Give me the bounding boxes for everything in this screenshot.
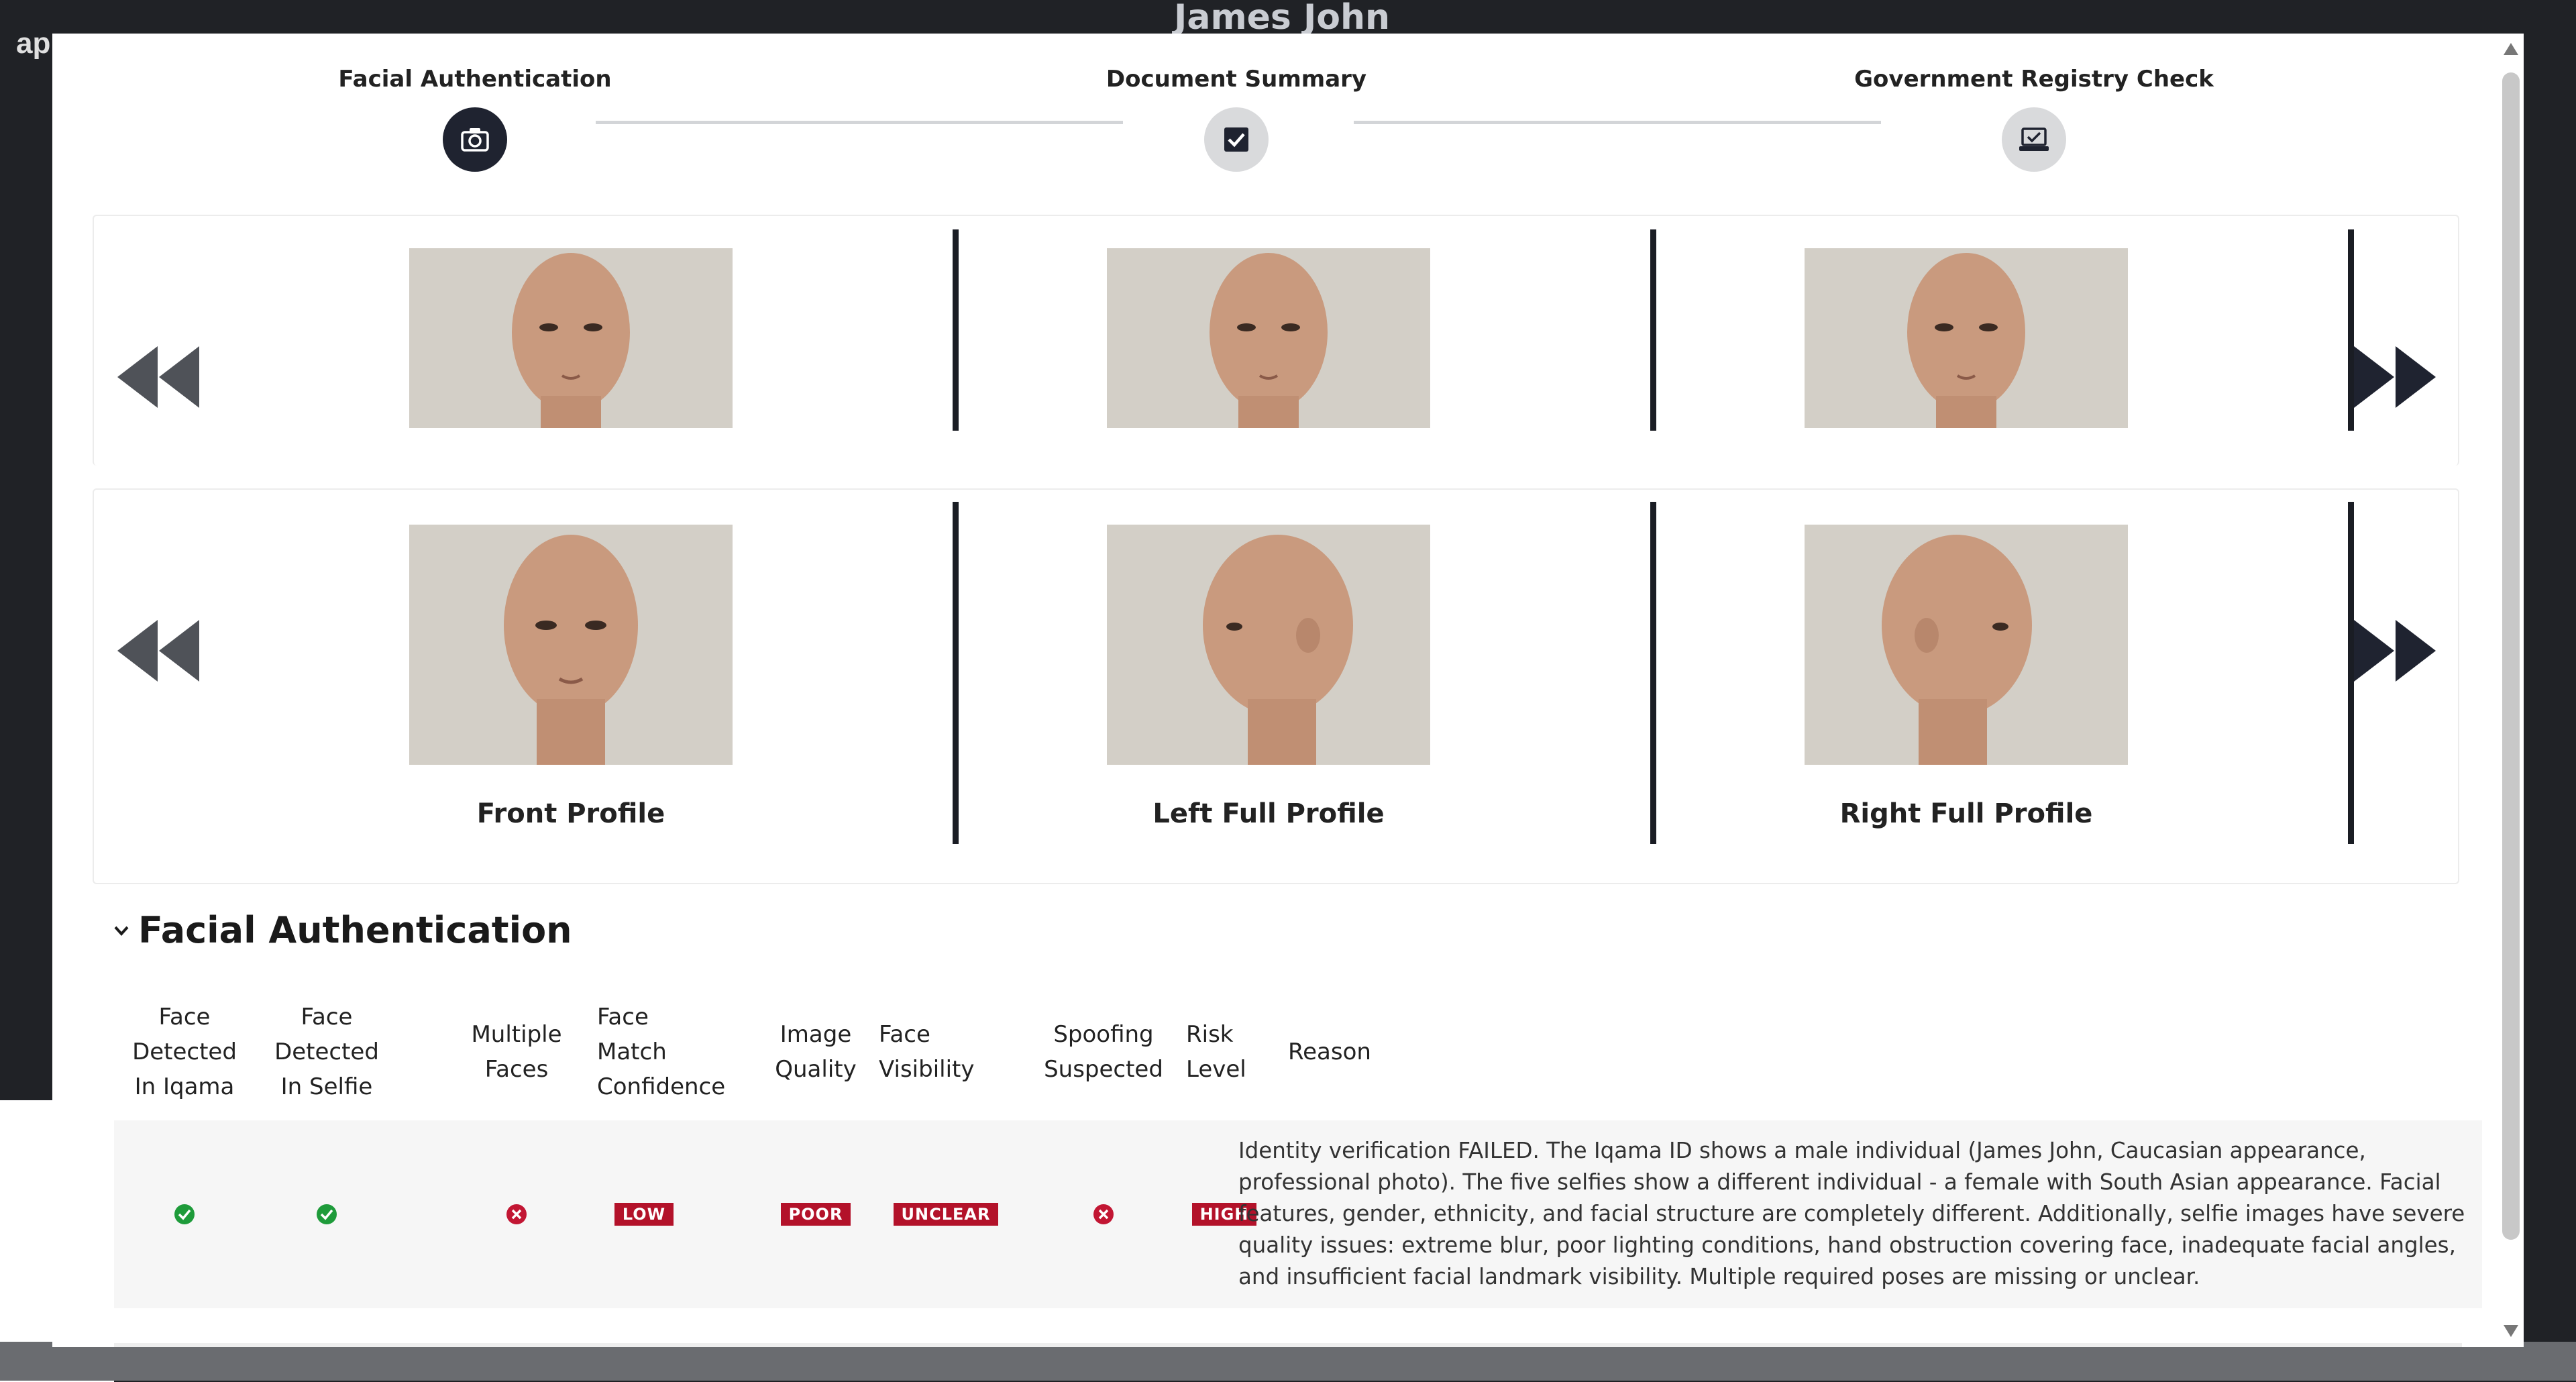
carousel-prev-button[interactable] xyxy=(111,337,205,417)
confidence-badge: LOW xyxy=(614,1203,674,1226)
stepper: Facial Authentication Document Summary G… xyxy=(52,34,2524,188)
section-toggle-facial-authentication[interactable]: Facial Authentication xyxy=(114,909,572,951)
cell-image-quality: POOR xyxy=(749,1120,883,1308)
laptop-check-icon xyxy=(2019,127,2049,151)
column-header: Image Quality xyxy=(775,1021,857,1083)
selfie-photo xyxy=(409,248,733,428)
profile-carousel: Front Profile Left Full Profile Right Fu… xyxy=(93,488,2459,884)
step-registry-button[interactable] xyxy=(2002,107,2066,172)
column-header: Reason xyxy=(1288,1039,1371,1065)
cell-face-visibility: UNCLEAR xyxy=(879,1120,1013,1308)
selfie-carousel-top xyxy=(93,215,2459,466)
carousel-divider xyxy=(953,502,959,844)
visibility-badge: UNCLEAR xyxy=(893,1203,999,1226)
column-header: Face Match Confidence xyxy=(597,1004,726,1100)
table-bottom-border xyxy=(114,1343,2462,1347)
column-header: Face Visibility xyxy=(879,1021,975,1083)
verification-modal: Facial Authentication Document Summary G… xyxy=(52,34,2524,1347)
cell-face-in-iqama xyxy=(114,1120,255,1308)
check-circle-icon xyxy=(174,1204,195,1224)
results-table-row: LOW POOR UNCLEAR HIGH Identity verificat… xyxy=(114,1120,2482,1308)
modal-scrollbar[interactable] xyxy=(2502,40,2520,1342)
column-header: Face Detected In Selfie xyxy=(274,1004,379,1100)
results-table-header: Face Detected In Iqama Face Detected In Self… xyxy=(114,1000,2462,1120)
reason-text: Identity verification FAILED. The Iqama … xyxy=(1238,1138,2465,1289)
scroll-down-arrow-icon[interactable] xyxy=(2504,1325,2518,1337)
quality-badge: POOR xyxy=(780,1203,851,1226)
face-image xyxy=(1107,525,1430,765)
cell-match-confidence: LOW xyxy=(597,1120,691,1308)
cell-multiple-faces xyxy=(449,1120,584,1308)
carousel-divider xyxy=(1650,229,1656,431)
chevron-down-icon xyxy=(114,926,129,936)
camera-icon xyxy=(461,128,489,152)
double-chevron-right-icon xyxy=(2354,620,2436,682)
step-facial-button[interactable] xyxy=(443,107,507,172)
step-label-document: Document Summary xyxy=(1106,66,1367,93)
column-header: Multiple Faces xyxy=(471,1021,562,1083)
carousel-next-button[interactable] xyxy=(2348,337,2442,417)
cross-circle-icon xyxy=(1093,1204,1114,1224)
carousel-next-button[interactable] xyxy=(2348,610,2442,691)
cell-spoofing xyxy=(1020,1120,1187,1308)
cross-circle-icon xyxy=(506,1204,527,1224)
column-header: Face Detected In Iqama xyxy=(132,1004,237,1100)
carousel-divider xyxy=(1650,502,1656,844)
cell-face-in-selfie xyxy=(256,1120,397,1308)
carousel-divider xyxy=(953,229,959,431)
photo-caption: Front Profile xyxy=(476,798,665,829)
step-label-registry: Government Registry Check xyxy=(1854,66,2214,93)
face-image xyxy=(1805,525,2128,765)
front-profile-photo xyxy=(409,525,733,765)
face-image xyxy=(1805,248,2128,428)
right-profile-photo xyxy=(1805,525,2128,765)
left-profile-photo xyxy=(1107,525,1430,765)
checkbox-icon xyxy=(1224,127,1248,152)
face-image xyxy=(409,525,733,765)
photo-caption: Left Full Profile xyxy=(1152,798,1385,829)
column-header: Spoofing Suspected xyxy=(1044,1021,1163,1083)
selfie-photo xyxy=(1107,248,1430,428)
step-connector xyxy=(596,121,1123,124)
double-chevron-left-icon xyxy=(117,346,199,408)
backdrop-title: James John xyxy=(1174,0,1391,38)
double-chevron-right-icon xyxy=(2354,346,2436,408)
selfie-photo xyxy=(1805,248,2128,428)
face-image xyxy=(1107,248,1430,428)
scroll-thumb[interactable] xyxy=(2502,72,2520,1240)
double-chevron-left-icon xyxy=(117,620,199,682)
section-title: Facial Authentication xyxy=(138,909,572,951)
column-header: Risk Level xyxy=(1186,1021,1246,1083)
face-image xyxy=(409,248,733,428)
step-label-facial: Facial Authentication xyxy=(338,66,612,93)
step-connector xyxy=(1354,121,1881,124)
backdrop-bottom-strip xyxy=(0,1342,2576,1381)
scroll-up-arrow-icon[interactable] xyxy=(2504,43,2518,55)
carousel-prev-button[interactable] xyxy=(111,610,205,691)
step-document-button[interactable] xyxy=(1204,107,1269,172)
check-circle-icon xyxy=(317,1204,337,1224)
photo-caption: Right Full Profile xyxy=(1839,798,2093,829)
